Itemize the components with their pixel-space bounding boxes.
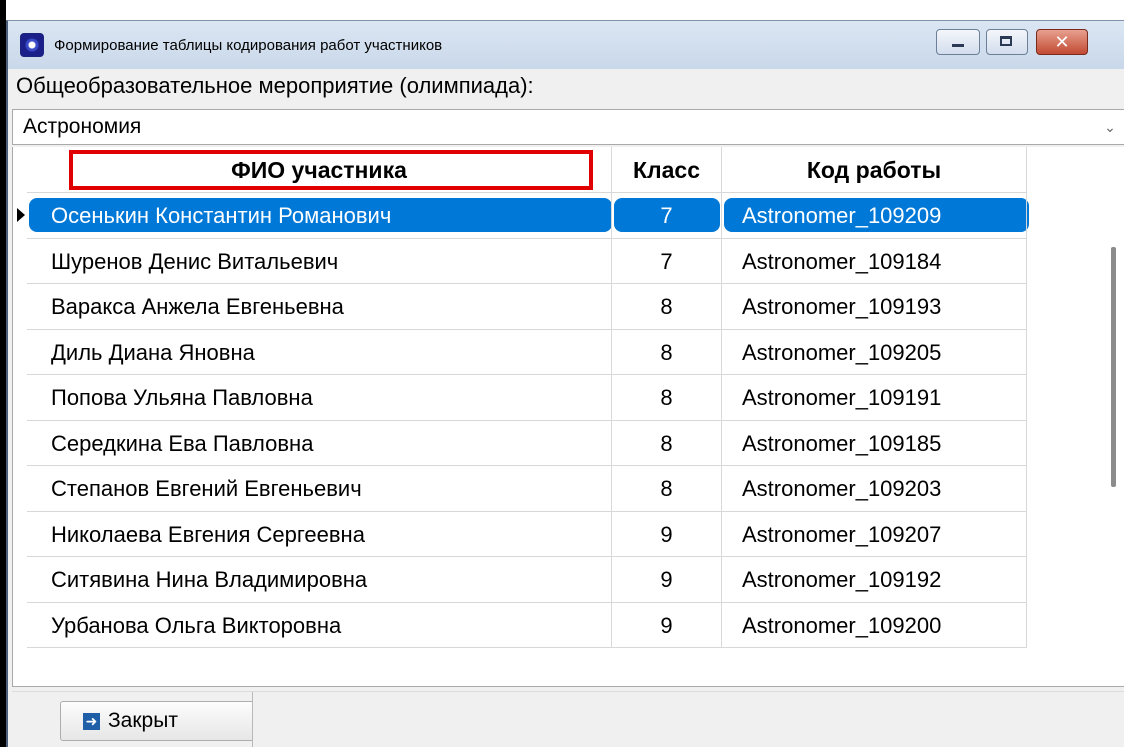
minimize-button[interactable]	[936, 29, 980, 55]
cell-code[interactable]: Astronomer_109185	[722, 420, 1027, 466]
cell-code[interactable]: Astronomer_109184	[722, 238, 1027, 284]
coding-table-window: Формирование таблицы кодирования работ у…	[6, 20, 1124, 747]
cell-code[interactable]: Astronomer_109200	[722, 602, 1027, 648]
cell-fio[interactable]: Осенькин Константин Романович	[27, 193, 612, 239]
cell-fio[interactable]: Середкина Ева Павловна	[27, 420, 612, 466]
table-row[interactable]: Осенькин Константин Романович 7 Astronom…	[17, 193, 1029, 239]
olympiad-label: Общеобразовательное мероприятие (олимпиа…	[16, 73, 534, 98]
cell-fio[interactable]: Шуренов Денис Витальевич	[27, 238, 612, 284]
cell-class[interactable]: 7	[612, 193, 722, 239]
annotation-highlight-box	[69, 150, 593, 190]
chevron-down-icon[interactable]: ⌄	[1099, 116, 1121, 138]
screen: Формирование таблицы кодирования работ у…	[0, 0, 1124, 747]
cell-class[interactable]: 8	[612, 284, 722, 330]
cell-text: Осенькин Константин Романович	[51, 203, 392, 228]
window-title: Формирование таблицы кодирования работ у…	[54, 36, 443, 54]
cell-code[interactable]: Astronomer_109191	[722, 375, 1027, 421]
column-header-class[interactable]: Класс	[612, 147, 722, 193]
cell-fio[interactable]: Диль Диана Яновна	[27, 329, 612, 375]
window-content: Общеобразовательное мероприятие (олимпиа…	[8, 69, 1124, 747]
cell-fio[interactable]: Урбанова Ольга Викторовна	[27, 602, 612, 648]
table-row[interactable]: Ситявина Нина Владимировна 9 Astronomer_…	[27, 557, 1027, 603]
cell-code[interactable]: Astronomer_109192	[722, 557, 1027, 603]
cell-fio[interactable]: Варакса Анжела Евгеньевна	[27, 284, 612, 330]
cell-class[interactable]: 9	[612, 602, 722, 648]
maximize-button[interactable]	[986, 29, 1028, 55]
cell-class[interactable]: 9	[612, 511, 722, 557]
cell-class[interactable]: 8	[612, 466, 722, 512]
cell-code[interactable]: Astronomer_109205	[722, 329, 1027, 375]
table-row[interactable]: Варакса Анжела Евгеньевна 8 Astronomer_1…	[27, 284, 1027, 330]
olympiad-select-value: Астрономия	[23, 115, 142, 138]
grid-inner: ФИО участника Класс Код работы Осенькин …	[17, 147, 1029, 648]
cell-fio[interactable]: Попова Ульяна Павловна	[27, 375, 612, 421]
vertical-scrollbar[interactable]	[1111, 247, 1116, 487]
cell-fio[interactable]: Степанов Евгений Евгеньевич	[27, 466, 612, 512]
olympiad-select[interactable]: Астрономия ⌄	[12, 109, 1124, 145]
current-row-indicator-icon	[17, 208, 25, 222]
table-row[interactable]: Середкина Ева Павловна 8 Astronomer_1091…	[27, 420, 1027, 466]
table-row[interactable]: Диль Диана Яновна 8 Astronomer_109205	[27, 329, 1027, 375]
cell-fio[interactable]: Николаева Евгения Сергеевна	[27, 511, 612, 557]
title-bar[interactable]: Формирование таблицы кодирования работ у…	[8, 21, 1124, 69]
exit-arrow-icon: ➜	[83, 712, 100, 730]
cell-code[interactable]: Astronomer_109203	[722, 466, 1027, 512]
participants-grid[interactable]: ФИО участника Класс Код работы Осенькин …	[12, 147, 1124, 687]
close-button-label: Закрыт	[108, 709, 178, 732]
overlapping-panel	[252, 692, 1124, 747]
cell-class[interactable]: 8	[612, 329, 722, 375]
bottom-toolbar: ➜ Закрыт	[12, 691, 1124, 747]
table-row[interactable]: Шуренов Денис Витальевич 7 Astronomer_10…	[27, 238, 1027, 284]
cell-class[interactable]: 7	[612, 238, 722, 284]
cell-fio[interactable]: Ситявина Нина Владимировна	[27, 557, 612, 603]
grid-header: ФИО участника Класс Код работы	[27, 147, 1027, 193]
minimize-icon	[952, 44, 964, 47]
cell-code[interactable]: Astronomer_109193	[722, 284, 1027, 330]
table-row[interactable]: Степанов Евгений Евгеньевич 8 Astronomer…	[27, 466, 1027, 512]
table-row[interactable]: Урбанова Ольга Викторовна 9 Astronomer_1…	[27, 602, 1027, 648]
cell-class[interactable]: 8	[612, 375, 722, 421]
table-row[interactable]: Николаева Евгения Сергеевна 9 Astronomer…	[27, 511, 1027, 557]
cell-class[interactable]: 8	[612, 420, 722, 466]
close-window-button[interactable]: ✕	[1036, 29, 1088, 55]
cell-text: 7	[660, 203, 673, 228]
cell-code[interactable]: Astronomer_109209	[722, 193, 1027, 239]
column-header-code[interactable]: Код работы	[722, 147, 1027, 193]
cell-code[interactable]: Astronomer_109207	[722, 511, 1027, 557]
close-icon: ✕	[1054, 32, 1070, 52]
app-icon	[20, 33, 44, 57]
cell-class[interactable]: 9	[612, 557, 722, 603]
cell-text: Astronomer_109209	[742, 203, 942, 228]
table-row[interactable]: Попова Ульяна Павловна 8 Astronomer_1091…	[27, 375, 1027, 421]
maximize-icon	[1000, 36, 1012, 46]
